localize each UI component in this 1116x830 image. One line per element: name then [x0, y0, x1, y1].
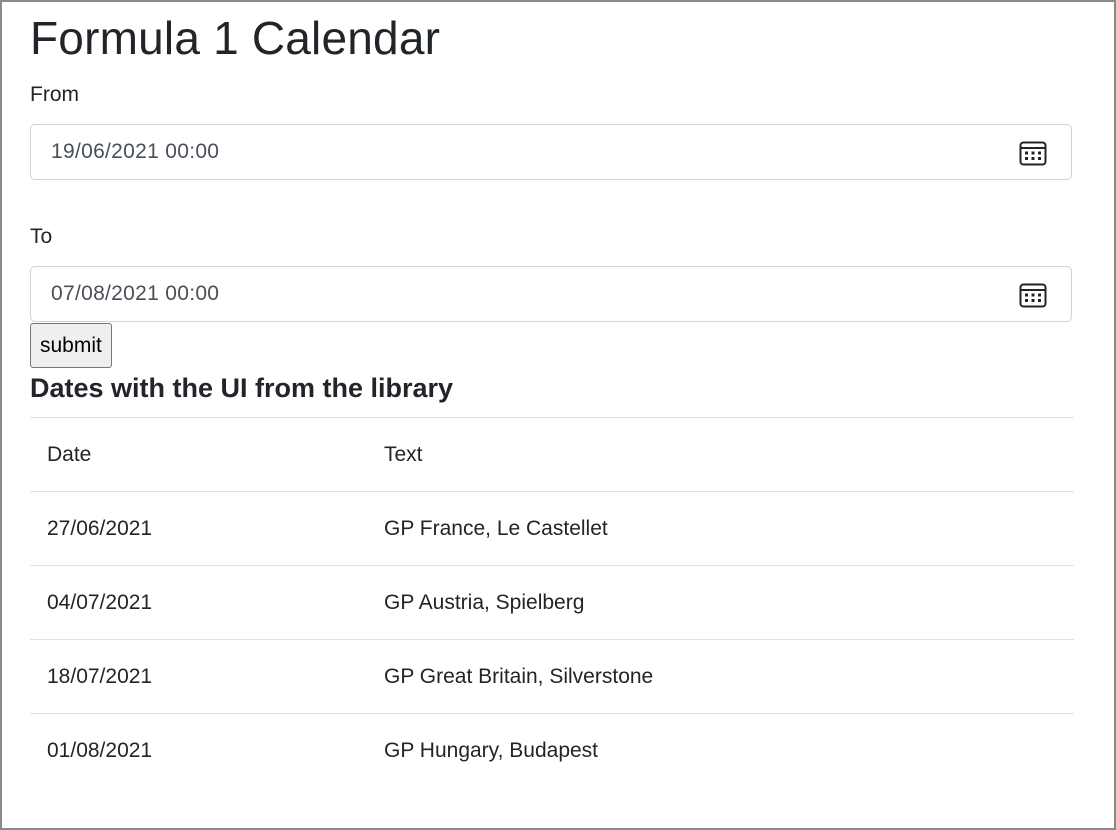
table-header-row: Date Text — [30, 417, 1074, 492]
row-date: 18/07/2021 — [47, 664, 153, 688]
to-label: To — [30, 225, 53, 248]
row-text: GP Great Britain, Silverstone — [384, 664, 654, 688]
column-header-text: Text — [384, 442, 423, 466]
row-text: GP Hungary, Budapest — [384, 738, 599, 762]
table-row: 01/08/2021 GP Hungary, Budapest — [30, 713, 1074, 788]
calendar-icon[interactable] — [1019, 282, 1047, 308]
row-date: 01/08/2021 — [47, 738, 153, 762]
submit-button[interactable]: submit — [30, 323, 112, 368]
from-date-input[interactable]: 19/06/2021 00:00 — [30, 124, 1072, 180]
table-row: 18/07/2021 GP Great Britain, Silverstone — [30, 639, 1074, 714]
row-text: GP Austria, Spielberg — [384, 590, 585, 614]
to-date-value[interactable]: 07/08/2021 00:00 — [51, 281, 219, 307]
from-date-value[interactable]: 19/06/2021 00:00 — [51, 139, 219, 165]
page-title: Formula 1 Calendar — [30, 12, 441, 64]
row-date: 04/07/2021 — [47, 590, 153, 614]
section-title: Dates with the UI from the library — [30, 373, 454, 403]
column-header-date: Date — [47, 442, 92, 466]
table-row: 04/07/2021 GP Austria, Spielberg — [30, 565, 1074, 640]
to-date-input[interactable]: 07/08/2021 00:00 — [30, 266, 1072, 322]
from-label: From — [30, 83, 79, 106]
row-date: 27/06/2021 — [47, 516, 153, 540]
table-row: 27/06/2021 GP France, Le Castellet — [30, 491, 1074, 566]
page-frame: Formula 1 Calendar From 19/06/2021 00:00… — [0, 0, 1116, 830]
row-text: GP France, Le Castellet — [384, 516, 608, 540]
events-table: Date Text 27/06/2021 GP France, Le Caste… — [30, 417, 1074, 788]
calendar-icon[interactable] — [1019, 140, 1047, 166]
